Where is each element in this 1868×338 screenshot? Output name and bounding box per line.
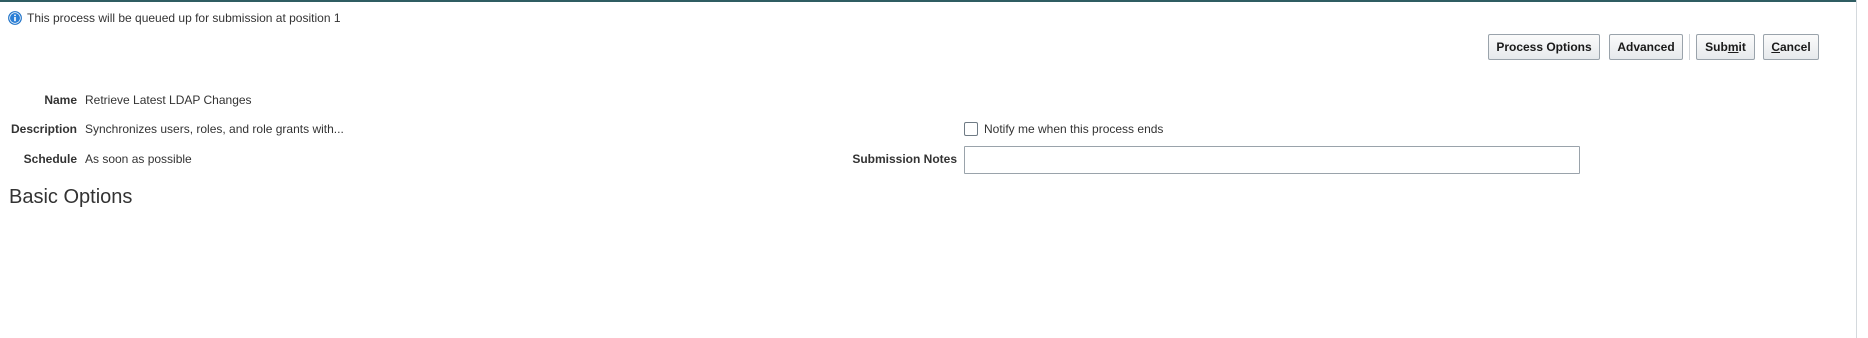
top-rule (0, 0, 1856, 2)
submit-label-mnemonic: m (1727, 40, 1739, 54)
cancel-label-end: ancel (1780, 40, 1811, 54)
submission-notes-label: Submission Notes (852, 152, 957, 166)
submit-label-end: it (1738, 40, 1746, 54)
submit-label-start: Sub (1705, 40, 1728, 54)
notify-label: Notify me when this process ends (984, 122, 1164, 136)
action-toolbar: Process Options Advanced Sub m it Cancel (1488, 34, 1819, 60)
description-label: Description (10, 122, 77, 136)
name-label: Name (44, 93, 77, 107)
name-value: Retrieve Latest LDAP Changes (85, 93, 252, 107)
info-icon (8, 11, 22, 25)
info-message: This process will be queued up for submi… (8, 11, 341, 25)
section-title-basic-options: Basic Options (9, 186, 133, 208)
process-options-button[interactable]: Process Options (1488, 34, 1600, 60)
submission-notes-input[interactable] (964, 146, 1580, 174)
description-value: Synchronizes users, roles, and role gran… (85, 122, 344, 136)
advanced-button[interactable]: Advanced (1609, 34, 1683, 60)
cancel-label-mnemonic: C (1771, 40, 1780, 54)
submit-button[interactable]: Sub m it (1696, 34, 1755, 60)
info-message-text: This process will be queued up for submi… (27, 11, 341, 25)
schedule-label: Schedule (23, 152, 77, 166)
toolbar-separator (1689, 34, 1690, 60)
cancel-button[interactable]: Cancel (1763, 34, 1819, 60)
schedule-value: As soon as possible (85, 152, 192, 166)
right-edge-divider (1856, 0, 1857, 338)
notify-option[interactable]: Notify me when this process ends (964, 122, 1163, 136)
notify-checkbox[interactable] (964, 122, 978, 136)
